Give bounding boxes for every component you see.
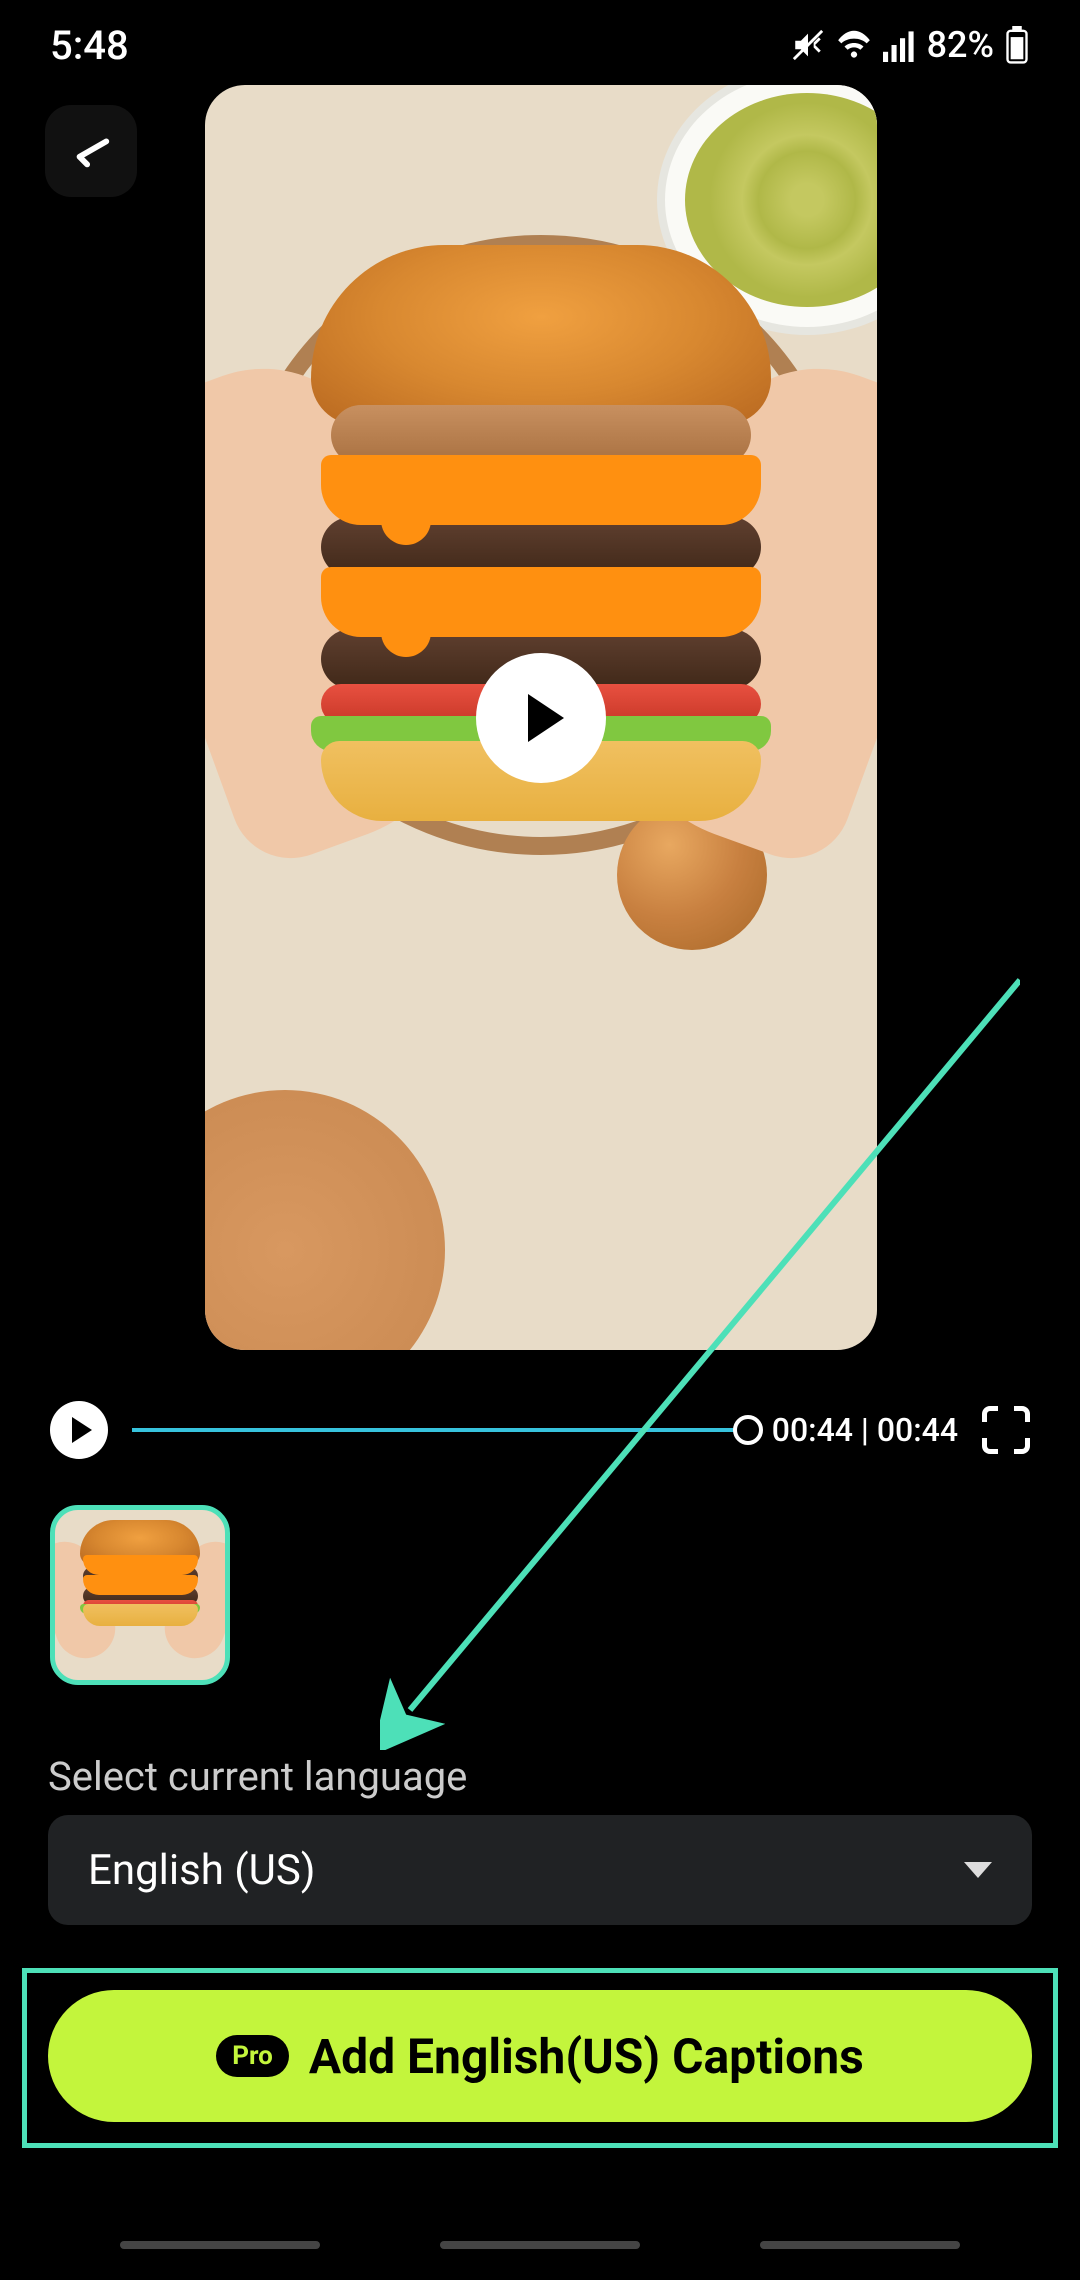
progress-handle[interactable] [733,1415,763,1445]
clip-thumbnail[interactable] [50,1505,230,1685]
progress-bar[interactable] [132,1428,748,1432]
play-button[interactable] [50,1401,108,1459]
back-button[interactable] [45,105,137,197]
fullscreen-button[interactable] [982,1406,1030,1454]
add-captions-button[interactable]: Pro Add English(US) Captions [48,1990,1032,2122]
status-bar: 5:48 82% [0,0,1080,90]
playback-controls: 00:44 | 00:44 [50,1395,1030,1465]
battery-percent: 82% [927,24,994,66]
mute-icon [791,28,825,62]
language-label: Select current language [48,1753,467,1800]
chevron-down-icon [964,1862,992,1878]
time-display: 00:44 | 00:44 [772,1411,958,1449]
nav-home[interactable] [440,2241,640,2249]
signal-icon [883,28,917,62]
status-indicators: 82% [791,24,1030,66]
status-time: 5:48 [50,22,129,69]
add-button-label: Add English(US) Captions [309,2028,864,2085]
language-dropdown[interactable]: English (US) [48,1815,1032,1925]
nav-recents[interactable] [120,2241,320,2249]
back-arrow-icon [68,128,114,174]
system-nav-bar [0,2220,1080,2270]
wifi-icon [835,28,873,62]
play-overlay-button[interactable] [476,653,606,783]
battery-icon [1004,26,1030,64]
decorative-food [205,1090,445,1350]
nav-back[interactable] [760,2241,960,2249]
video-preview[interactable] [205,85,877,1350]
dropdown-selected: English (US) [88,1846,315,1895]
pro-badge: Pro [216,2035,289,2077]
